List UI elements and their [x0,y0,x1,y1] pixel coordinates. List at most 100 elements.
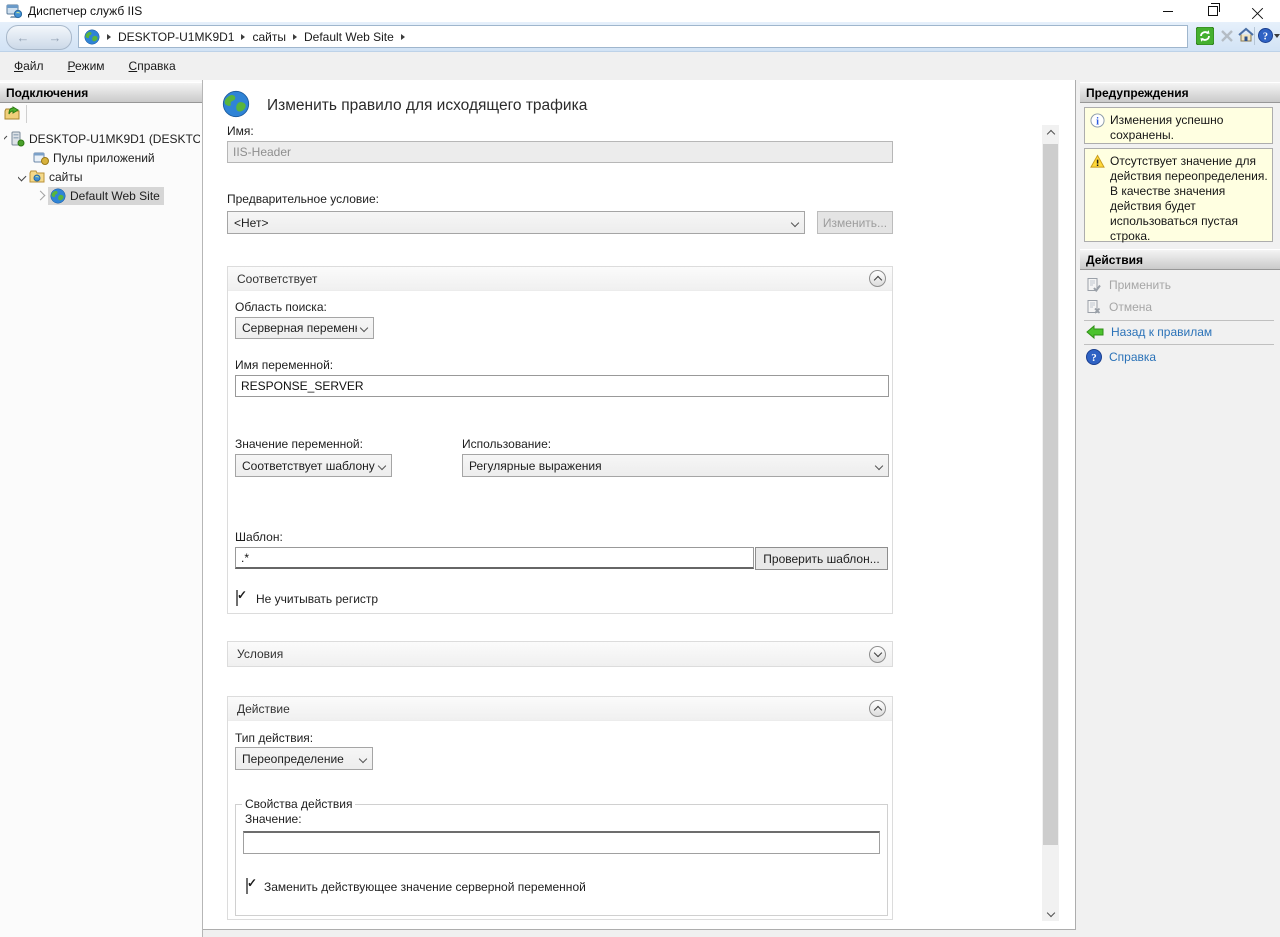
close-icon [1252,6,1263,17]
action-value-label: Значение: [245,812,302,826]
scope-select[interactable]: Серверная переменн [235,317,374,339]
variable-value-label: Значение переменной: [235,437,363,451]
collapse-button[interactable] [869,700,886,717]
expander-collapsed-icon[interactable] [37,191,45,201]
stop-icon [1220,29,1234,43]
tree-item-sites[interactable]: сайты [18,167,201,186]
chevron-down-icon [359,754,367,762]
apply-label: Применить [1109,278,1171,292]
match-section-header[interactable]: Соответствует [228,267,892,291]
help-icon: ? [1086,349,1102,365]
apply-action: Применить [1086,277,1171,293]
scroll-up-button[interactable] [1042,125,1059,142]
chevron-up-icon [873,705,881,713]
warnings-header: Предупреждения [1080,82,1280,103]
connections-header: Подключения [0,82,202,103]
scroll-down-button[interactable] [1042,904,1059,921]
minimize-icon [1163,11,1173,12]
variable-name-field[interactable] [235,375,889,397]
action-properties-group: Свойства действия [235,797,888,916]
tree-item-server[interactable]: DESKTOP-U1MK9D1 (DESKTO [4,129,200,148]
using-label: Использование: [462,437,551,451]
chevron-down-icon [875,461,883,469]
globe-icon [222,90,250,118]
globe-icon [50,188,66,204]
action-value-field[interactable] [243,831,880,854]
ignore-case-label: Не учитывать регистр [256,592,378,606]
variable-name-label: Имя переменной: [235,358,333,372]
chevron-up-icon [873,275,881,283]
variable-value-select[interactable]: Соответствует шаблону [235,454,392,477]
using-select[interactable]: Регулярные выражения [462,454,889,477]
scope-label: Область поиска: [235,300,327,314]
toolbar-separator [1254,27,1255,45]
forward-nav-icon[interactable]: → [49,31,62,44]
restore-button[interactable] [1190,0,1235,22]
svg-text:?: ? [1263,31,1268,42]
globe-icon [84,29,100,45]
action-section-header[interactable]: Действие [228,697,892,721]
refresh-icon[interactable] [1196,27,1214,45]
apply-icon [1086,277,1102,293]
help-label: Справка [1109,350,1156,364]
menu-help[interactable]: Справка [129,59,176,73]
breadcrumb-arrow-icon[interactable] [241,34,245,40]
conditions-section-header[interactable]: Условия [228,642,892,666]
tree-selection[interactable]: Default Web Site [48,187,164,205]
cancel-icon [1086,299,1102,315]
name-field [227,141,893,163]
chevron-down-icon [378,461,386,469]
replace-value-label: Заменить действующее значение серверной … [264,880,586,894]
tree-item-label: Default Web Site [70,189,160,203]
help-action[interactable]: ? Справка [1086,349,1156,365]
breadcrumb-arrow-icon[interactable] [401,34,405,40]
app-icon [6,3,22,19]
page-title: Изменить правило для исходящего трафика [267,97,587,115]
help-icon[interactable]: ? [1258,28,1273,43]
breadcrumb-item-site[interactable]: Default Web Site [304,30,394,44]
menu-view[interactable]: Режим [68,59,105,73]
connections-toolbar [0,103,202,125]
action-type-select[interactable]: Переопределение [235,747,373,770]
iis-manager-window: Диспетчер служб IIS ← → DESKTOP-U1MK9D1 … [0,0,1280,937]
expand-button[interactable] [869,646,886,663]
title-bar: Диспетчер служб IIS [0,0,1280,22]
collapse-button[interactable] [869,270,886,287]
back-nav-icon[interactable]: ← [17,31,30,44]
scrollbar-thumb[interactable] [1043,144,1058,845]
test-pattern-button[interactable]: Проверить шаблон... [755,547,888,570]
ignore-case-checkbox[interactable] [236,590,238,606]
create-connection-icon[interactable] [4,106,20,122]
app-pools-icon [33,150,49,166]
chevron-up-icon [1046,129,1054,137]
breadcrumb-item-sites[interactable]: сайты [252,30,286,44]
breadcrumb-arrow-icon[interactable] [293,34,297,40]
edit-precondition-button: Изменить... [817,211,893,234]
conditions-section: Условия [227,641,893,667]
help-dropdown-icon[interactable] [1274,34,1280,38]
back-arrow-icon [1086,325,1104,339]
minimize-button[interactable] [1145,0,1190,22]
restore-icon [1208,6,1218,16]
chevron-down-icon [360,324,368,332]
tree-item-label: DESKTOP-U1MK9D1 (DESKTO [29,132,200,146]
info-alert: i Изменения успешно сохранены. [1084,107,1273,144]
breadcrumb-arrow-icon[interactable] [107,34,111,40]
close-button[interactable] [1235,0,1280,22]
breadcrumb-item-server[interactable]: DESKTOP-U1MK9D1 [118,30,234,44]
replace-value-checkbox[interactable] [246,878,248,894]
info-alert-text: Изменения успешно сохранены. [1110,113,1268,139]
home-icon[interactable] [1238,27,1254,43]
expander-expanded-icon[interactable] [18,172,26,182]
tree-item-app-pools[interactable]: Пулы приложений [33,148,201,167]
tree-item-default-web-site[interactable]: Default Web Site [37,186,201,205]
pattern-field[interactable] [235,547,754,569]
menu-file[interactable]: Файл [14,59,44,73]
window-title: Диспетчер служб IIS [28,4,142,18]
precondition-select[interactable]: <Нет> [227,211,805,234]
vertical-scrollbar[interactable] [1042,125,1059,921]
expander-expanded-icon[interactable] [4,136,7,142]
action-properties-title: Свойства действия [245,797,352,811]
pattern-label: Шаблон: [235,530,283,544]
back-to-rules-action[interactable]: Назад к правилам [1086,325,1212,339]
